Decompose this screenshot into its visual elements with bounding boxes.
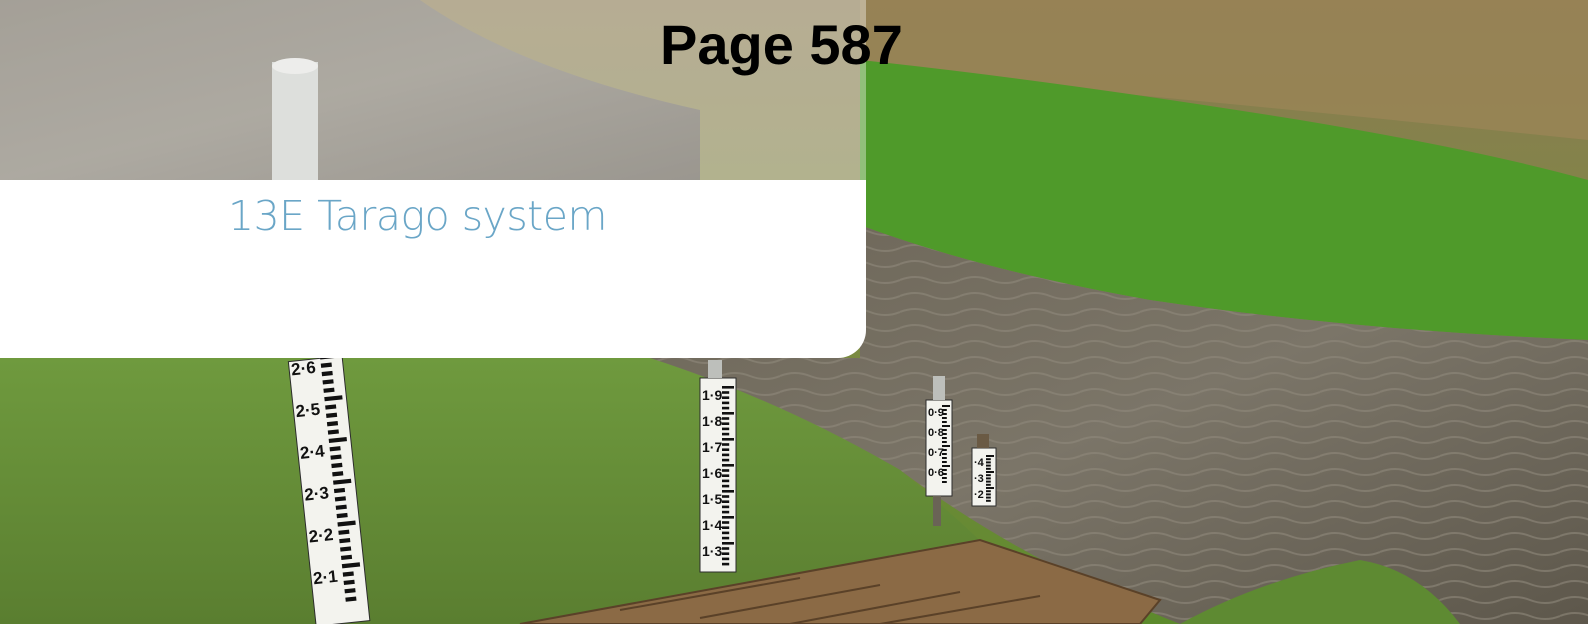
gauge-tick: [722, 406, 730, 410]
gauge-tick: [942, 433, 947, 435]
gauge-tick: [722, 552, 730, 555]
gauge-tick: [986, 471, 994, 473]
gauge-tick: [722, 536, 730, 540]
gauge-tick: [986, 496, 991, 499]
gauge-tick: [942, 449, 947, 451]
gauge-tick: [722, 438, 734, 441]
gauge-tick: [722, 495, 730, 498]
gauge-scale-label: 2·2: [308, 525, 334, 546]
gauge-scale-label: 1·4: [702, 517, 722, 533]
gauge-tick: [722, 474, 730, 477]
gauge-tick: [942, 445, 950, 447]
gauge-tick: [722, 562, 730, 566]
gauge-tick: [722, 510, 730, 514]
gauge-tick: [722, 516, 734, 519]
gauge-scale-label: ·2: [974, 489, 984, 501]
gauge-scale-label: 2·3: [303, 483, 329, 504]
gauge-scale-label: 2·1: [312, 567, 338, 588]
gauge-tick: [942, 457, 947, 459]
gauge-tick: [942, 453, 947, 455]
gauge-tick: [722, 490, 734, 493]
page-number: Page 587: [660, 13, 903, 76]
gauge-tick: [722, 557, 730, 561]
gauge-tick: [722, 500, 730, 503]
gauge-tick: [722, 386, 734, 389]
gauge-tick: [722, 422, 730, 425]
gauge-tick: [722, 542, 734, 545]
gauge-scale-label: 2·6: [290, 358, 316, 379]
gauge-tick: [722, 443, 730, 446]
gauge-tick: [942, 481, 947, 483]
gauge-scale-label: 2·5: [295, 400, 321, 421]
gauge-scale-label: ·3: [974, 473, 984, 485]
gauge-tick: [722, 464, 734, 467]
gauge-scale-label: 1·3: [702, 543, 722, 559]
gauge-tick: [942, 417, 947, 419]
gauge-tick: [942, 469, 947, 471]
gauge-tick: [722, 427, 730, 431]
gauge-tick: [722, 526, 730, 529]
gauge-tick: [722, 505, 730, 509]
gauge-tick: [986, 480, 991, 483]
gauge-tick: [722, 401, 730, 405]
gauge-tick: [986, 461, 991, 464]
gauge-tick: [722, 396, 730, 399]
gauge-tick: [942, 409, 947, 411]
gauge-tick: [722, 469, 730, 472]
gauge-scale-label: 1·5: [702, 491, 722, 507]
gauge-scale-label: 1·7: [702, 439, 722, 455]
gauge-tick: [986, 483, 991, 486]
gauge-tick: [722, 479, 730, 483]
gauge-tick: [942, 473, 947, 475]
gauge-tick: [942, 413, 947, 415]
gauge-tick: [722, 547, 730, 550]
gauge-scale-label: 0·6: [928, 467, 944, 479]
gauge-scale-label: 1·8: [702, 413, 722, 429]
gauge-tick: [722, 412, 734, 415]
gauge-tick: [942, 437, 947, 439]
gauge-tick: [722, 391, 730, 394]
gauge-tick: [722, 484, 730, 488]
gauge-tick: [722, 417, 730, 420]
gauge-scale-label: 2·4: [299, 441, 326, 463]
gauge-tick: [986, 458, 991, 461]
gauge-tick: [986, 490, 991, 493]
gauge-tick: [722, 448, 730, 451]
gauge-scale-label: ·4: [974, 457, 985, 469]
gauge-scale-label: 1·6: [702, 465, 722, 481]
gauge-tick: [942, 441, 947, 443]
gauge-scale-label: 0·7: [928, 447, 944, 459]
gauge-scale-label: 1·9: [702, 387, 722, 403]
gauge-scale-label: 0·9: [928, 407, 944, 419]
gauge-tick: [722, 432, 730, 436]
gauge-scale-label: 0·8: [928, 427, 944, 439]
gauge-tick: [942, 429, 947, 431]
gauge-tick: [942, 461, 947, 463]
gauge-tick: [986, 474, 991, 477]
gauge-tick: [722, 453, 730, 457]
gauge-tick: [942, 465, 950, 467]
gauge-tick: [986, 455, 994, 457]
gauge-tick: [942, 421, 947, 423]
gauge-tick: [722, 521, 730, 524]
gauge-tick: [986, 464, 991, 467]
gauge-tick: [942, 405, 950, 407]
gauge-tick: [986, 493, 991, 496]
gauge-tick: [986, 477, 991, 480]
gauge-tick: [942, 477, 947, 479]
gauge-tick: [986, 487, 994, 489]
gauge-tick: [722, 458, 730, 462]
gauge-tick: [722, 531, 730, 535]
gauge-tick: [986, 467, 991, 470]
gauge-tick: [986, 499, 991, 502]
section-title: 13E Tarago system: [228, 192, 607, 240]
gauge-tick: [942, 425, 950, 427]
